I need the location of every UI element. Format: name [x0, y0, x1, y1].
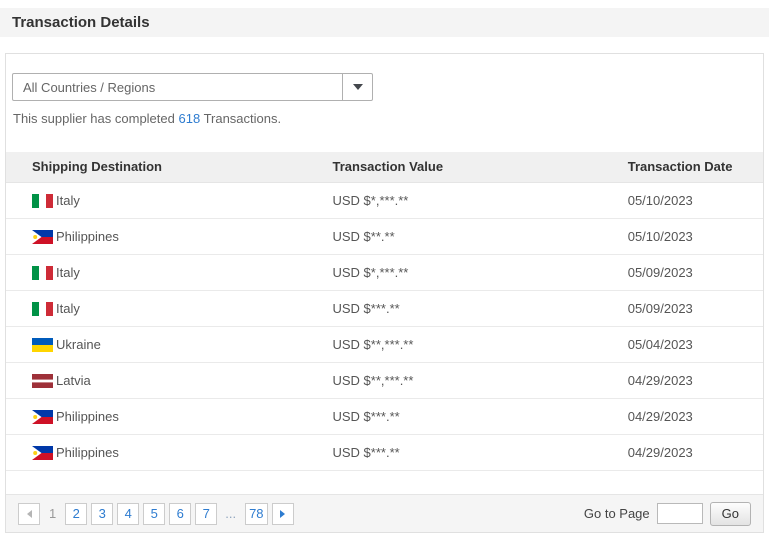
- country-name: Philippines: [56, 229, 119, 245]
- goto-page-label: Go to Page: [583, 506, 650, 521]
- country-name: Latvia: [56, 373, 91, 389]
- country-name: Italy: [56, 193, 80, 209]
- goto-page-group: Go to Page Go: [583, 501, 751, 526]
- country-filter-dropdown[interactable]: All Countries / Regions: [12, 73, 373, 101]
- transaction-date: 05/09/2023: [626, 254, 763, 291]
- page-2-button[interactable]: 2: [65, 502, 88, 525]
- country-name: Philippines: [56, 445, 119, 461]
- ukraine-flag-icon: [32, 337, 53, 352]
- page-4-button[interactable]: 4: [117, 502, 140, 525]
- transaction-value: USD $***.**: [331, 290, 627, 327]
- transaction-date: 04/29/2023: [626, 434, 763, 471]
- transactions-panel: All Countries / Regions This supplier ha…: [5, 53, 764, 533]
- chevron-down-icon: [352, 84, 363, 90]
- chevron-right-icon: [280, 509, 286, 518]
- italy-flag-icon: [32, 193, 53, 208]
- chevron-left-icon: [26, 509, 32, 518]
- summary-suffix: Transactions.: [200, 111, 282, 126]
- transaction-count-link[interactable]: 618: [178, 111, 200, 126]
- page-3-button[interactable]: 3: [91, 502, 114, 525]
- transaction-date: 05/10/2023: [626, 182, 763, 219]
- table-row: Latvia USD $**,***.** 04/29/2023: [6, 362, 763, 399]
- italy-flag-icon: [32, 265, 53, 280]
- transaction-value: USD $*,***.**: [331, 254, 627, 291]
- transaction-value: USD $*,***.**: [331, 182, 627, 219]
- transaction-value: USD $**,***.**: [331, 326, 627, 363]
- country-name: Italy: [56, 301, 80, 317]
- pagination-controls: 1 2 3 4 5 6 7 ... 78: [18, 502, 298, 525]
- table-row: Italy USD $*,***.** 05/09/2023: [6, 254, 763, 291]
- go-button[interactable]: Go: [709, 501, 751, 526]
- transaction-value: USD $***.**: [331, 398, 627, 435]
- transaction-value: USD $**.**: [331, 218, 627, 255]
- table-row: Italy USD $*,***.** 05/10/2023: [6, 182, 763, 219]
- transaction-date: 05/09/2023: [626, 290, 763, 327]
- page-title: Transaction Details: [12, 14, 150, 31]
- transactions-table: Shipping Destination Transaction Value T…: [6, 152, 763, 471]
- transaction-summary: This supplier has completed 618 Transact…: [13, 111, 763, 126]
- transaction-value: USD $***.**: [331, 434, 627, 471]
- country-name: Italy: [56, 265, 80, 281]
- transaction-date: 05/04/2023: [626, 326, 763, 363]
- country-name: Ukraine: [56, 337, 101, 353]
- table-row: Philippines USD $***.** 04/29/2023: [6, 398, 763, 435]
- philippines-flag-icon: [32, 445, 53, 460]
- page-78-button[interactable]: 78: [245, 502, 268, 525]
- goto-page-input[interactable]: [656, 503, 703, 524]
- table-row: Italy USD $***.** 05/09/2023: [6, 290, 763, 327]
- header-transaction-date: Transaction Date: [626, 152, 763, 183]
- pagination-ellipsis: ...: [225, 506, 237, 521]
- header-shipping-destination: Shipping Destination: [6, 152, 332, 183]
- next-page-button[interactable]: [271, 502, 294, 525]
- header-transaction-value: Transaction Value: [331, 152, 627, 183]
- transaction-date: 04/29/2023: [626, 362, 763, 399]
- prev-page-button[interactable]: [18, 502, 40, 525]
- dropdown-arrow-box[interactable]: [342, 74, 372, 100]
- page-title-bar: Transaction Details: [0, 8, 769, 37]
- transaction-value: USD $**,***.**: [331, 362, 627, 399]
- current-page: 1: [49, 506, 57, 521]
- page-5-button[interactable]: 5: [143, 502, 166, 525]
- country-filter-value: All Countries / Regions: [23, 79, 156, 95]
- transaction-date: 04/29/2023: [626, 398, 763, 435]
- transaction-date: 05/10/2023: [626, 218, 763, 255]
- table-header-row: Shipping Destination Transaction Value T…: [6, 152, 763, 183]
- philippines-flag-icon: [32, 409, 53, 424]
- philippines-flag-icon: [32, 229, 53, 244]
- pagination-bar: 1 2 3 4 5 6 7 ... 78 Go to Page Go: [6, 494, 763, 532]
- table-row: Philippines USD $**.** 05/10/2023: [6, 218, 763, 255]
- latvia-flag-icon: [32, 373, 53, 388]
- table-row: Philippines USD $***.** 04/29/2023: [6, 434, 763, 471]
- summary-prefix: This supplier has completed: [13, 111, 179, 126]
- page-6-button[interactable]: 6: [169, 502, 192, 525]
- page-7-button[interactable]: 7: [195, 502, 218, 525]
- table-row: Ukraine USD $**,***.** 05/04/2023: [6, 326, 763, 363]
- country-name: Philippines: [56, 409, 119, 425]
- italy-flag-icon: [32, 301, 53, 316]
